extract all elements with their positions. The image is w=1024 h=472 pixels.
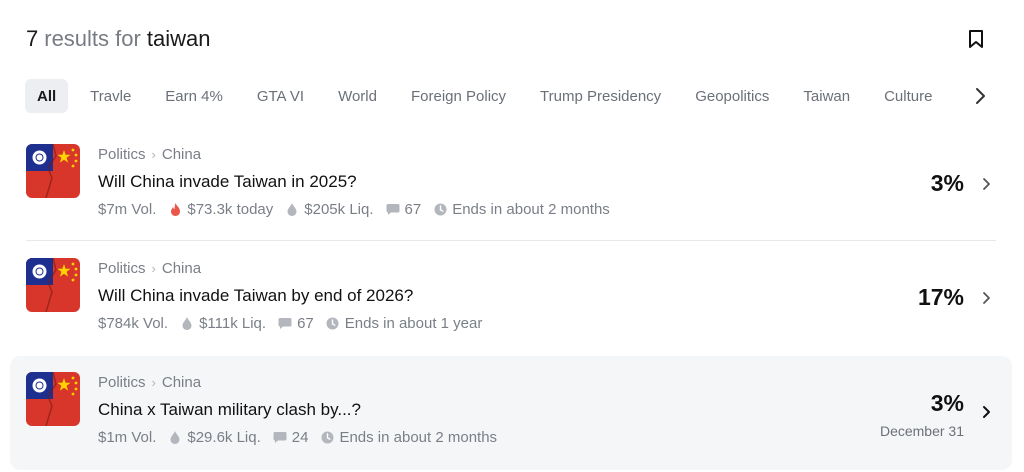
tab-all[interactable]: All [25, 79, 69, 113]
end-date: Ends in about 2 months [433, 201, 610, 218]
tab-taiwan[interactable]: Taiwan [803, 79, 850, 113]
breadcrumb: Politics › China [98, 374, 202, 391]
tab-gta-vi[interactable]: GTA VI [257, 79, 304, 113]
comments[interactable]: 67 [386, 201, 421, 218]
search-query: taiwan [146, 26, 211, 51]
volume: $784k Vol. [98, 315, 169, 332]
volume: $7m Vol. [98, 201, 157, 218]
liquidity: $111k Liq. [180, 315, 266, 332]
row-divider [26, 240, 996, 241]
market-image [26, 372, 80, 426]
chevron-right-icon[interactable] [968, 84, 992, 108]
chevron-right-icon[interactable] [978, 404, 994, 420]
tab-world[interactable]: World [338, 79, 377, 113]
market-meta: $1m Vol. $29.6k Liq. 24 Ends in about 2 … [98, 429, 509, 446]
fire-icon [168, 203, 182, 217]
market-image [26, 144, 80, 198]
comments[interactable]: 67 [278, 315, 314, 332]
drop-icon [180, 317, 194, 331]
comment-icon [273, 431, 287, 445]
category-link[interactable]: Politics [98, 146, 146, 163]
market-image [26, 258, 80, 312]
tab-earn[interactable]: Earn 4% [165, 79, 223, 113]
market-title[interactable]: Will China invade Taiwan in 2025? [98, 172, 357, 192]
tab-foreign-policy[interactable]: Foreign Policy [411, 79, 506, 113]
market-percent: 3% [930, 170, 964, 196]
liquidity: $205k Liq. [285, 201, 374, 218]
clock-icon [433, 203, 447, 217]
market-title[interactable]: Will China invade Taiwan by end of 2026? [98, 286, 413, 306]
tab-trump-presidency[interactable]: Trump Presidency [540, 79, 661, 113]
market-row[interactable]: Politics › China Will China invade Taiwa… [10, 242, 1012, 356]
clock-icon [320, 431, 334, 445]
market-meta: $784k Vol. $111k Liq. 67 Ends in about 1… [98, 315, 494, 332]
results-for-label: results for [44, 26, 141, 51]
subcategory-link[interactable]: China [162, 146, 201, 163]
bookmark-icon[interactable] [964, 27, 988, 51]
subcategory-link[interactable]: China [162, 260, 201, 277]
liquidity: $29.6k Liq. [168, 429, 261, 446]
search-results-header: 7 results for taiwan [26, 24, 210, 54]
today-volume: $73.3k today [168, 201, 273, 218]
market-percent: 3% [930, 390, 964, 416]
tab-travle[interactable]: Travle [90, 79, 131, 113]
breadcrumb: Politics › China [98, 260, 202, 277]
category-link[interactable]: Politics [98, 260, 146, 277]
market-percent: 17% [917, 284, 964, 310]
tab-geopolitics[interactable]: Geopolitics [695, 79, 769, 113]
drop-icon [168, 431, 182, 445]
chevron-right-icon[interactable] [978, 176, 994, 192]
comment-icon [386, 203, 400, 217]
breadcrumb: Politics › China [98, 146, 202, 163]
market-row[interactable]: Politics › China China x Taiwan military… [10, 356, 1012, 470]
category-link[interactable]: Politics [98, 374, 146, 391]
filter-tabs: All Travle Earn 4% GTA VI World Foreign … [25, 79, 932, 113]
market-title[interactable]: China x Taiwan military clash by...? [98, 400, 361, 420]
comment-icon [278, 317, 292, 331]
volume: $1m Vol. [98, 429, 157, 446]
chevron-right-icon[interactable] [978, 290, 994, 306]
market-row[interactable]: Politics › China Will China invade Taiwa… [10, 128, 1012, 242]
results-count: 7 [26, 26, 39, 51]
subcategory-link[interactable]: China [162, 374, 201, 391]
clock-icon [326, 317, 340, 331]
end-date: Ends in about 2 months [320, 429, 497, 446]
outcome-label: December 31 [879, 423, 964, 439]
end-date: Ends in about 1 year [326, 315, 482, 332]
tab-culture[interactable]: Culture [884, 79, 932, 113]
comments[interactable]: 24 [273, 429, 308, 446]
drop-icon [285, 203, 299, 217]
market-meta: $7m Vol. $73.3k today $205k Liq. 67 Ends… [98, 201, 622, 218]
